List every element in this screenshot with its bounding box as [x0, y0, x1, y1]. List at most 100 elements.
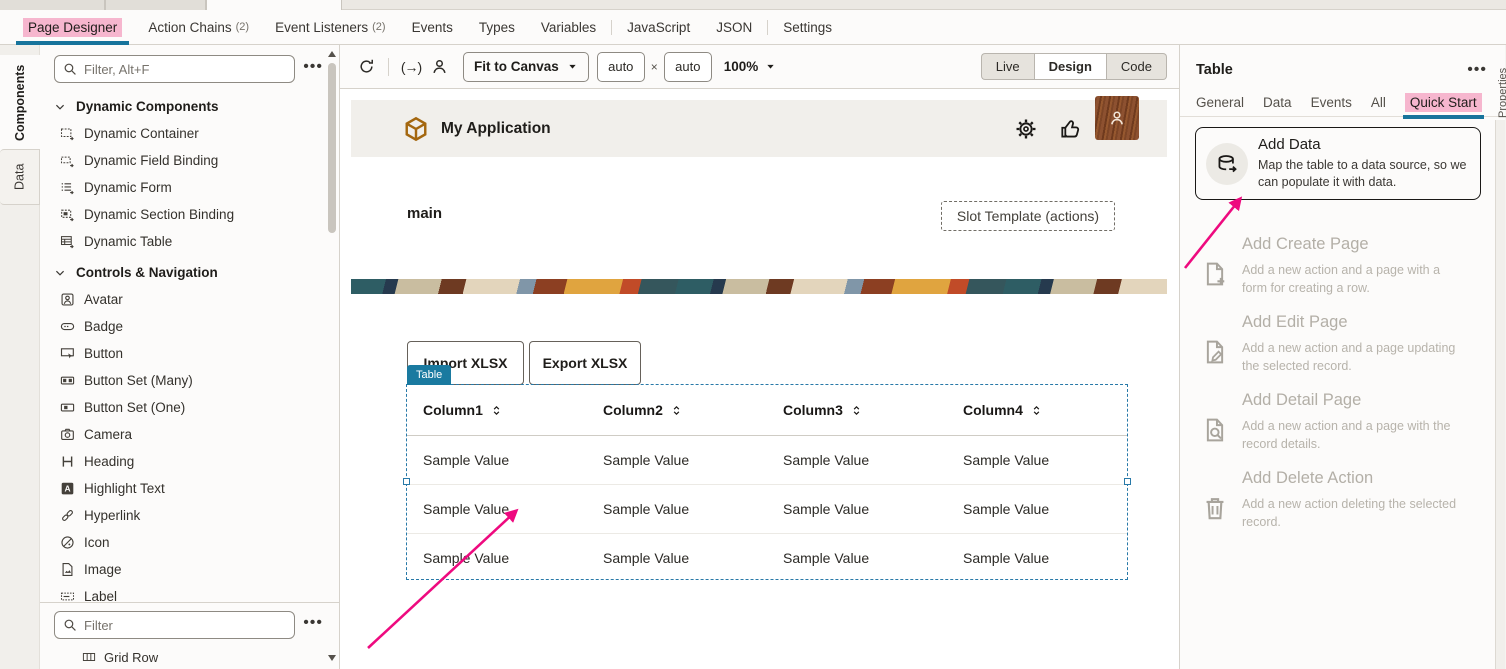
table-row[interactable]: Sample ValueSample ValueSample ValueSamp…	[407, 534, 1127, 582]
properties-tab-all[interactable]: All	[1371, 95, 1386, 119]
zoom-value: 100%	[724, 59, 759, 74]
table-cell: Sample Value	[767, 436, 947, 484]
window-tab[interactable]	[0, 0, 105, 10]
properties-tabs: General Data Events All Quick Start	[1180, 79, 1505, 117]
components-filter-input[interactable]	[84, 62, 286, 77]
user-avatar[interactable]	[1095, 96, 1139, 140]
component-label: Dynamic Table	[84, 234, 172, 249]
component-item-button-set-many[interactable]: Button Set (Many)	[40, 367, 339, 394]
component-item-dynamic-field-binding[interactable]: Dynamic Field Binding	[40, 147, 339, 174]
settings-button[interactable]	[1015, 118, 1037, 140]
design-canvas: My Application main Sl	[340, 89, 1179, 669]
component-item-image[interactable]: Image	[40, 556, 339, 583]
canvas-toolbar: (→) Fit to Canvas auto × auto 100% LiveD…	[340, 45, 1179, 89]
properties-tab-quick-start[interactable]: Quick Start	[1405, 95, 1482, 119]
quickstart-title: Add Create Page	[1242, 235, 1460, 254]
quickstart-title: Add Detail Page	[1242, 391, 1460, 410]
component-item-button[interactable]: Button	[40, 340, 339, 367]
tab-page-designer[interactable]: Page Designer	[10, 10, 135, 45]
component-item-avatar[interactable]: Avatar	[40, 286, 339, 313]
tab-settings[interactable]: Settings	[770, 10, 845, 45]
structure-filter-input[interactable]	[84, 618, 286, 633]
data-table[interactable]: Column1Column2 Column3 Column4 Sample Valu…	[407, 385, 1127, 579]
components-filter[interactable]	[54, 55, 295, 83]
page-section-label: main	[407, 205, 442, 222]
canvas-size-select[interactable]: Fit to Canvas	[463, 52, 589, 82]
export-xlsx-button[interactable]: Export XLSX	[529, 341, 641, 385]
component-item-dynamic-section-binding[interactable]: Dynamic Section Binding	[40, 201, 339, 228]
column-header-column4[interactable]: Column4	[947, 385, 1127, 435]
rail-tab-components[interactable]: Components	[0, 55, 40, 151]
zoom-select[interactable]: 100%	[724, 59, 777, 74]
component-item-label[interactable]: Label	[40, 583, 339, 602]
column-header-column2[interactable]: Column2	[587, 385, 767, 435]
component-item-dynamic-container[interactable]: Dynamic Container	[40, 120, 339, 147]
component-item-button-set-one[interactable]: Button Set (One)	[40, 394, 339, 421]
tab-action-chains[interactable]: Action Chains(2)	[135, 10, 262, 45]
tab-label: Action Chains	[148, 20, 231, 35]
tab-types[interactable]: Types	[466, 10, 528, 45]
quickstart-add-data-button[interactable]: Add Data Map the table to a data source,…	[1195, 127, 1481, 200]
image-c-icon	[60, 562, 75, 577]
component-label: Dynamic Form	[84, 180, 172, 195]
column-label: Column3	[783, 402, 843, 418]
components-overflow-menu-icon[interactable]: •••	[295, 58, 329, 80]
scroll-up-icon[interactable]	[328, 51, 336, 57]
tab-javascript[interactable]: JavaScript	[614, 10, 703, 45]
window-tab-strip	[0, 0, 1506, 10]
section-header-dynamic-components[interactable]: Dynamic Components	[40, 93, 339, 120]
component-item-icon[interactable]: Icon	[40, 529, 339, 556]
quickstart-description: Add a new action and a page with the rec…	[1242, 418, 1460, 453]
tab-variables[interactable]: Variables	[528, 10, 609, 45]
properties-tab-events[interactable]: Events	[1311, 95, 1352, 119]
section-header-controls-navigation[interactable]: Controls & Navigation	[40, 259, 339, 286]
properties-scrollbar[interactable]	[1495, 120, 1505, 669]
canvas-width-input[interactable]: auto	[597, 52, 645, 82]
column-header-column3[interactable]: Column3	[767, 385, 947, 435]
properties-tab-general[interactable]: General	[1196, 95, 1244, 119]
canvas-height-input[interactable]: auto	[664, 52, 712, 82]
tab-event-listeners[interactable]: Event Listeners(2)	[262, 10, 399, 45]
tab-label: Page Designer	[23, 18, 122, 37]
component-item-camera[interactable]: Camera	[40, 421, 339, 448]
scrollbar-thumb[interactable]	[328, 63, 336, 233]
rail-tab-data[interactable]: Data	[0, 149, 40, 205]
component-item-heading[interactable]: Heading	[40, 448, 339, 475]
user-context-button[interactable]	[425, 53, 453, 81]
slot-template-button[interactable]: Slot Template (actions)	[941, 201, 1115, 231]
table-row[interactable]: Sample ValueSample ValueSample ValueSamp…	[407, 485, 1127, 534]
properties-tab-data[interactable]: Data	[1263, 95, 1292, 119]
column-header-column1[interactable]: Column1	[407, 385, 587, 435]
mode-design-button[interactable]: Design	[1034, 53, 1107, 80]
tab-events[interactable]: Events	[399, 10, 466, 45]
table-cell: Sample Value	[407, 534, 587, 582]
scroll-down-icon[interactable]	[328, 655, 336, 661]
resize-handle-left[interactable]	[403, 478, 410, 485]
properties-overflow-menu-icon[interactable]: •••	[1467, 61, 1487, 79]
window-tab[interactable]	[105, 0, 206, 10]
structure-filter[interactable]	[54, 611, 295, 639]
table-row[interactable]: Sample ValueSample ValueSample ValueSamp…	[407, 436, 1127, 485]
quickstart-title: Add Delete Action	[1242, 469, 1460, 488]
component-item-dynamic-form[interactable]: Dynamic Form	[40, 174, 339, 201]
structure-item[interactable]: Grid Row	[54, 645, 329, 669]
mode-code-button[interactable]: Code	[1107, 53, 1167, 80]
component-item-dynamic-table[interactable]: Dynamic Table	[40, 228, 339, 255]
component-item-highlight-text[interactable]: AHighlight Text	[40, 475, 339, 502]
refresh-button[interactable]	[352, 53, 380, 81]
mode-switcher: LiveDesignCode	[981, 53, 1167, 80]
collapsed-panel-tab[interactable]: Properties	[1497, 48, 1506, 118]
app-logo-icon	[403, 116, 429, 142]
component-item-hyperlink[interactable]: Hyperlink	[40, 502, 339, 529]
tab-json[interactable]: JSON	[703, 10, 765, 45]
structure-overflow-menu-icon[interactable]: •••	[295, 614, 329, 636]
resize-handle-right[interactable]	[1124, 478, 1131, 485]
mode-live-button[interactable]: Live	[981, 53, 1034, 80]
like-button[interactable]	[1059, 118, 1081, 140]
components-scrollbar[interactable]	[327, 49, 337, 665]
tab-label: Settings	[783, 20, 832, 35]
properties-tab-label: Data	[1263, 95, 1292, 110]
properties-title: Table	[1196, 62, 1233, 78]
component-item-badge[interactable]: Badge	[40, 313, 339, 340]
insert-component-button[interactable]: (→)	[397, 53, 425, 81]
